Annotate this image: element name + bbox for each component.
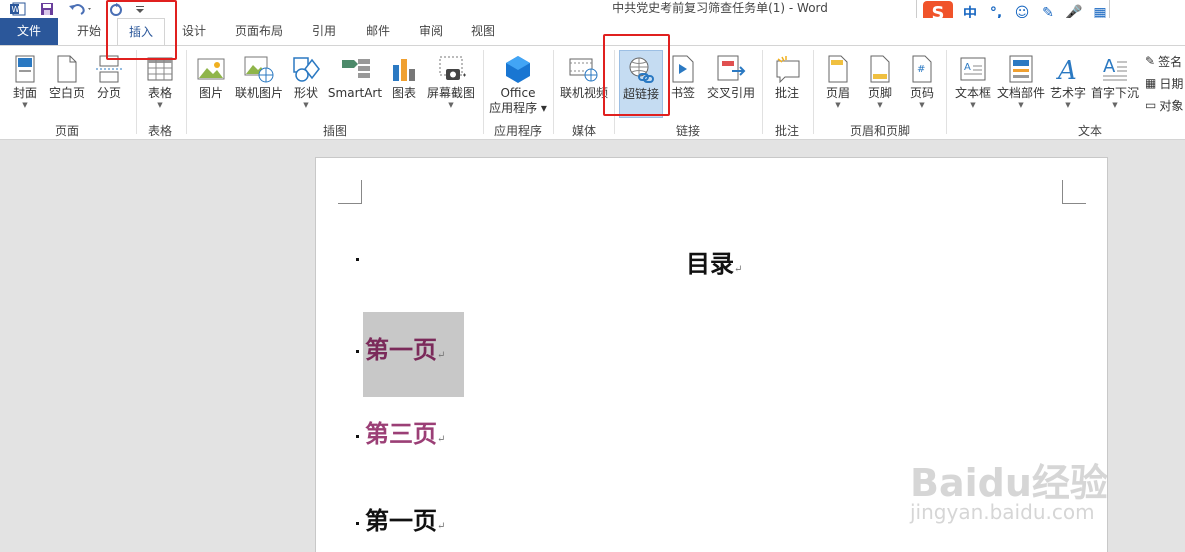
- screenshot-button[interactable]: 屏幕截图 ▼: [424, 52, 478, 116]
- word-icon: W: [8, 0, 28, 18]
- new-comment-button[interactable]: 批注: [768, 52, 806, 116]
- group-divider: [813, 50, 814, 134]
- tab-references[interactable]: 引用: [302, 18, 346, 45]
- tab-mailings[interactable]: 邮件: [356, 18, 400, 45]
- group-divider: [483, 50, 484, 134]
- group-pages-label: 页面: [54, 124, 79, 138]
- online-video-icon: [569, 52, 599, 86]
- group-divider: [186, 50, 187, 134]
- calendar-icon: ▦: [1145, 76, 1157, 90]
- page-number-button[interactable]: # 页码 ▼: [904, 52, 940, 116]
- toc-link-page-three[interactable]: 第三页↵: [365, 414, 445, 449]
- tab-review[interactable]: 审阅: [409, 18, 453, 45]
- blank-page-icon: [52, 52, 82, 86]
- office-apps-button[interactable]: Office 应用程序 ▾: [487, 52, 549, 116]
- wordart-icon: A: [1053, 52, 1083, 86]
- bookmark-icon: [668, 52, 698, 86]
- tab-file[interactable]: 文件: [0, 18, 58, 45]
- date-time-button[interactable]: ▦ 日期: [1145, 74, 1183, 92]
- group-divider: [553, 50, 554, 134]
- undo-icon[interactable]: [66, 0, 96, 18]
- cover-page-button[interactable]: 封面 ▼: [8, 52, 42, 116]
- bookmark-button[interactable]: 书签: [667, 52, 699, 116]
- tab-design[interactable]: 设计: [172, 18, 216, 45]
- picture-button[interactable]: 图片: [193, 52, 229, 116]
- chart-icon: [389, 52, 419, 86]
- tab-page-layout[interactable]: 页面布局: [226, 18, 292, 45]
- insert-tab-highlight-box: [106, 0, 177, 60]
- paragraph-bullet: [356, 435, 359, 438]
- paragraph-bullet: [356, 258, 359, 261]
- blank-page-button[interactable]: 空白页: [46, 52, 88, 116]
- shapes-button[interactable]: 形状 ▼: [290, 52, 322, 116]
- chart-button[interactable]: 图表: [388, 52, 420, 116]
- paragraph-bullet: [356, 350, 359, 353]
- office-store-icon: [503, 52, 533, 86]
- group-tables-label: 表格: [147, 124, 172, 138]
- online-picture-button[interactable]: 联机图片: [232, 52, 286, 116]
- group-divider: [136, 50, 137, 134]
- cross-reference-icon: [716, 52, 746, 86]
- svg-text:A: A: [1056, 56, 1077, 83]
- footer-button[interactable]: 页脚 ▼: [862, 52, 898, 116]
- signature-line-button[interactable]: ✎ 签名: [1145, 52, 1182, 70]
- group-text-label: 文本: [1077, 124, 1102, 138]
- table-button[interactable]: 表格 ▼: [142, 52, 178, 116]
- comment-icon: [772, 52, 802, 86]
- drop-cap-icon: A: [1100, 52, 1130, 86]
- svg-text:A: A: [964, 62, 971, 73]
- page-break-button[interactable]: 分页: [92, 52, 126, 116]
- textbox-button[interactable]: A 文本框 ▼: [952, 52, 994, 116]
- baidu-watermark-url: jingyan.baidu.com: [910, 500, 1095, 524]
- screenshot-icon: [436, 52, 466, 86]
- group-comments-label: 批注: [774, 124, 799, 138]
- group-divider: [762, 50, 763, 134]
- margin-corner-mark: [1062, 180, 1086, 204]
- margin-corner-mark: [338, 180, 362, 204]
- svg-text:A: A: [1103, 56, 1116, 77]
- ribbon-tabs: 文件 开始 插入 设计 页面布局 引用 邮件 审阅 视图: [0, 18, 1185, 46]
- header-button[interactable]: 页眉 ▼: [820, 52, 856, 116]
- toc-link-page-one[interactable]: 第一页↵: [365, 330, 445, 365]
- quick-parts-button[interactable]: 文档部件 ▼: [996, 52, 1046, 116]
- cover-page-icon: [10, 52, 40, 86]
- wordart-button[interactable]: A 艺术字 ▼: [1048, 52, 1088, 116]
- group-links-label: 链接: [675, 124, 700, 138]
- shapes-icon: [291, 52, 321, 86]
- textbox-icon: A: [958, 52, 988, 86]
- smartart-button[interactable]: SmartArt: [326, 52, 384, 116]
- cross-reference-button[interactable]: 交叉引用: [703, 52, 759, 116]
- page-number-icon: #: [907, 52, 937, 86]
- online-picture-icon: [244, 52, 274, 86]
- drop-cap-button[interactable]: A 首字下沉 ▼: [1090, 52, 1140, 116]
- smartart-icon: [340, 52, 370, 86]
- paragraph-bullet: [356, 522, 359, 525]
- hyperlink-highlight-box: [603, 34, 670, 116]
- toc-heading[interactable]: 目录↵: [686, 244, 742, 279]
- group-header-footer-label: 页眉和页脚: [849, 124, 910, 138]
- quick-parts-icon: [1006, 52, 1036, 86]
- header-icon: [823, 52, 853, 86]
- group-media-label: 媒体: [571, 124, 596, 138]
- ribbon: 封面 ▼ 空白页 分页 页面 表格 ▼ 表格 图片 联机图片 形状 ▼ SmartAr…: [0, 45, 1185, 140]
- svg-text:W: W: [12, 5, 20, 14]
- object-icon: ▭: [1145, 98, 1157, 112]
- save-icon[interactable]: [38, 0, 56, 18]
- page-one-heading[interactable]: 第一页↵: [365, 501, 445, 536]
- svg-text:#: #: [917, 64, 925, 75]
- group-illustrations-label: 插图: [322, 124, 347, 138]
- window-title: 中共党史考前复习筛查任务单(1) - Word: [612, 1, 828, 15]
- object-button[interactable]: ▭ 对象: [1145, 96, 1183, 114]
- group-divider: [946, 50, 947, 134]
- tab-view[interactable]: 视图: [461, 18, 505, 45]
- group-apps-label: 应用程序: [493, 124, 542, 138]
- signature-icon: ✎: [1145, 54, 1156, 68]
- picture-icon: [196, 52, 226, 86]
- baidu-watermark-logo: Baidu经验: [910, 461, 1108, 505]
- footer-icon: [865, 52, 895, 86]
